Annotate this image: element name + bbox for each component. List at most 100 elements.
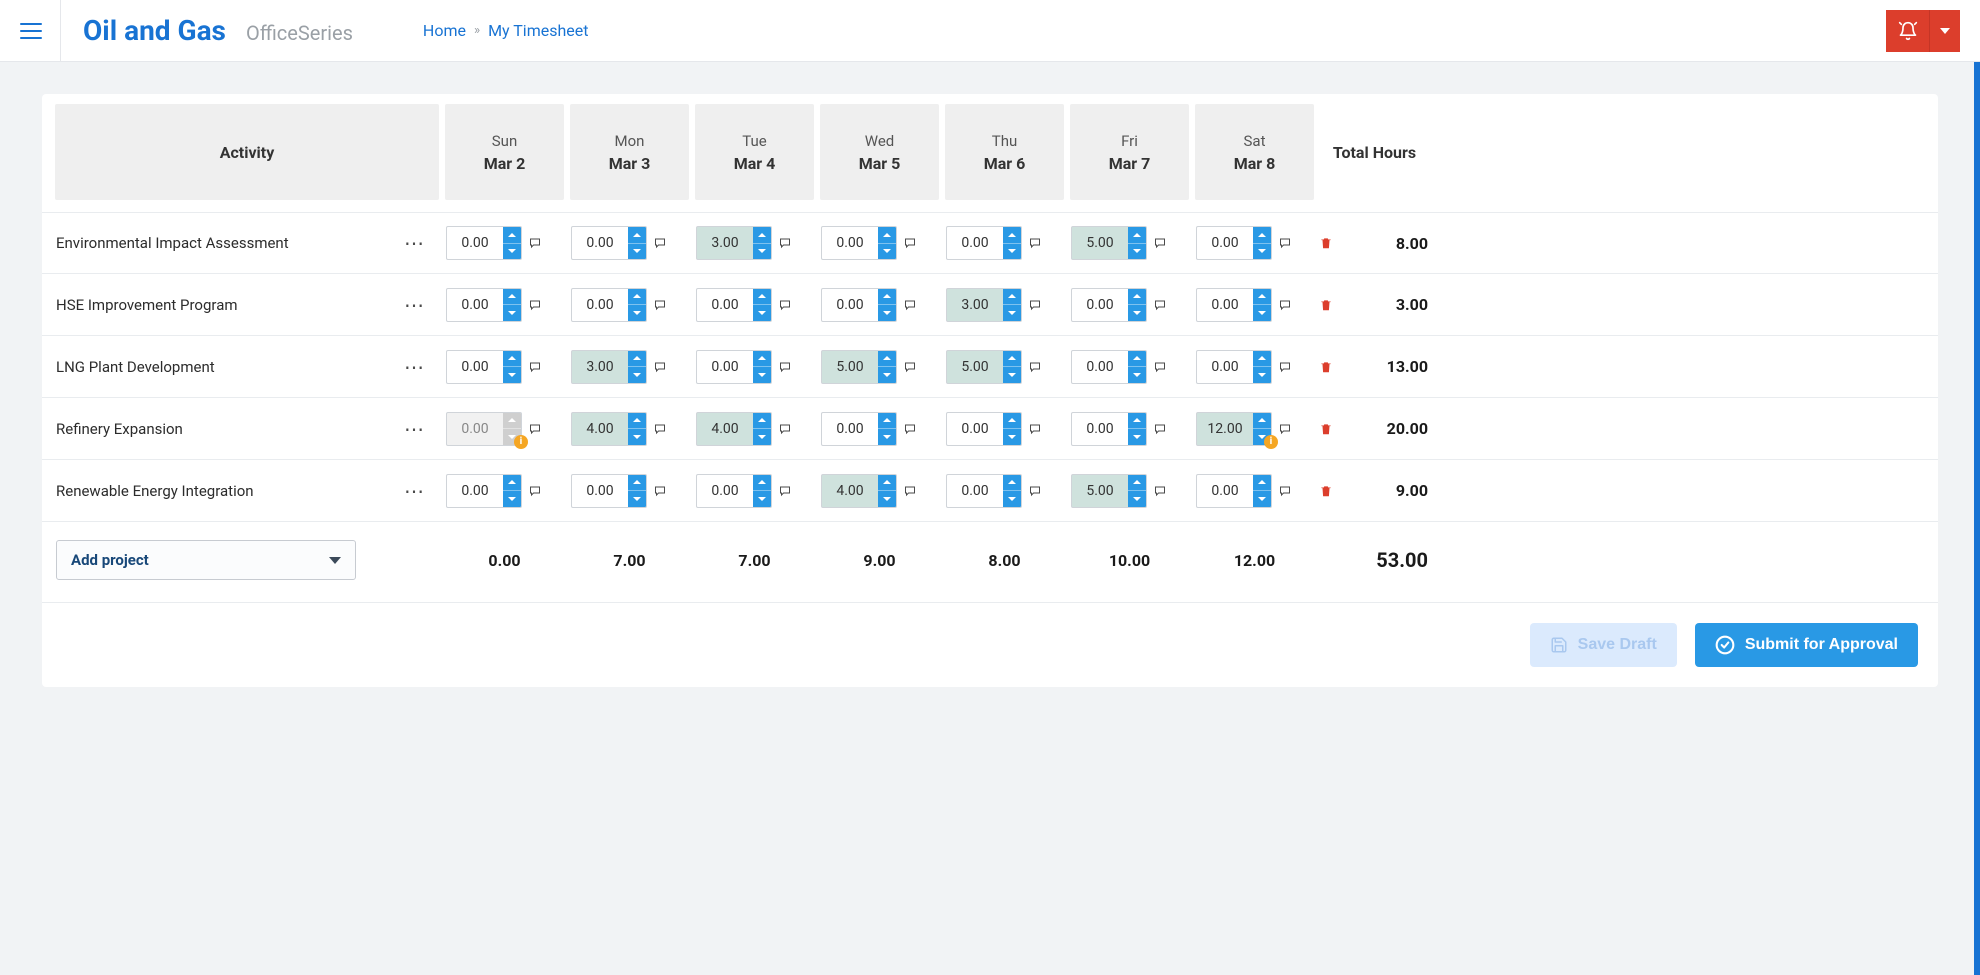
spin-down-button[interactable] xyxy=(753,491,771,507)
spin-down-button[interactable] xyxy=(1003,305,1021,321)
comment-icon[interactable] xyxy=(1028,299,1042,311)
spin-up-button[interactable] xyxy=(628,475,646,492)
trash-icon[interactable] xyxy=(1319,359,1333,375)
hours-input[interactable]: 3.00 xyxy=(696,226,772,260)
spin-down-button[interactable] xyxy=(1128,244,1146,260)
comment-icon[interactable] xyxy=(778,361,792,373)
spin-up-button[interactable] xyxy=(878,475,896,492)
hours-input[interactable]: 5.00 xyxy=(821,350,897,384)
comment-icon[interactable] xyxy=(1278,361,1292,373)
hours-input[interactable]: 0.00 xyxy=(696,474,772,508)
spin-down-button[interactable] xyxy=(628,367,646,383)
right-drawer-handle[interactable] xyxy=(1974,62,1980,975)
comment-icon[interactable] xyxy=(903,361,917,373)
comment-icon[interactable] xyxy=(528,237,542,249)
hours-input[interactable]: 0.00 xyxy=(1196,288,1272,322)
spin-down-button[interactable] xyxy=(1128,429,1146,445)
breadcrumb-home[interactable]: Home xyxy=(423,21,466,40)
comment-icon[interactable] xyxy=(903,485,917,497)
submit-approval-button[interactable]: Submit for Approval xyxy=(1695,623,1918,667)
hours-input[interactable]: 0.00 xyxy=(1071,288,1147,322)
spin-down-button[interactable] xyxy=(503,244,521,260)
spin-up-button[interactable] xyxy=(1253,475,1271,492)
comment-icon[interactable] xyxy=(903,237,917,249)
spin-up-button[interactable] xyxy=(503,351,521,368)
comment-icon[interactable] xyxy=(1278,423,1292,435)
spin-up-button[interactable] xyxy=(1253,227,1271,244)
comment-icon[interactable] xyxy=(528,423,542,435)
spin-up-button[interactable] xyxy=(1253,289,1271,306)
spin-up-button[interactable] xyxy=(1128,413,1146,430)
trash-icon[interactable] xyxy=(1319,421,1333,437)
hours-input[interactable]: 12.00 xyxy=(1196,412,1272,446)
spin-down-button[interactable] xyxy=(1003,367,1021,383)
trash-icon[interactable] xyxy=(1319,483,1333,499)
spin-up-button[interactable] xyxy=(503,475,521,492)
hours-input[interactable]: 0.00 xyxy=(696,288,772,322)
spin-up-button[interactable] xyxy=(503,289,521,306)
spin-down-button[interactable] xyxy=(1128,491,1146,507)
info-badge-icon[interactable]: i xyxy=(514,435,528,449)
comment-icon[interactable] xyxy=(528,299,542,311)
spin-down-button[interactable] xyxy=(753,305,771,321)
spin-up-button[interactable] xyxy=(753,227,771,244)
trash-icon[interactable] xyxy=(1319,235,1333,251)
comment-icon[interactable] xyxy=(653,423,667,435)
hours-input[interactable]: 4.00 xyxy=(571,412,647,446)
hours-input[interactable]: 0.00 xyxy=(1196,226,1272,260)
hours-input[interactable]: 0.00 xyxy=(946,226,1022,260)
spin-up-button[interactable] xyxy=(1128,351,1146,368)
spin-up-button[interactable] xyxy=(1003,227,1021,244)
spin-down-button[interactable] xyxy=(1003,491,1021,507)
spin-down-button[interactable] xyxy=(1128,305,1146,321)
spin-up-button[interactable] xyxy=(1253,351,1271,368)
hours-input[interactable]: 5.00 xyxy=(946,350,1022,384)
spin-up-button[interactable] xyxy=(878,351,896,368)
spin-down-button[interactable] xyxy=(753,429,771,445)
spin-down-button[interactable] xyxy=(628,244,646,260)
notifications-button[interactable] xyxy=(1886,10,1930,52)
comment-icon[interactable] xyxy=(1153,423,1167,435)
hours-input[interactable]: 5.00 xyxy=(1071,474,1147,508)
save-draft-button[interactable]: Save Draft xyxy=(1530,623,1677,667)
hamburger-menu-icon[interactable] xyxy=(20,23,42,39)
spin-down-button[interactable] xyxy=(753,244,771,260)
comment-icon[interactable] xyxy=(528,361,542,373)
spin-down-button[interactable] xyxy=(1253,367,1271,383)
spin-up-button[interactable] xyxy=(1003,413,1021,430)
add-project-dropdown[interactable]: Add project xyxy=(56,540,356,580)
more-options-icon[interactable]: ⋯ xyxy=(398,351,432,383)
more-options-icon[interactable]: ⋯ xyxy=(398,475,432,507)
more-options-icon[interactable]: ⋯ xyxy=(398,289,432,321)
hours-input[interactable]: 3.00 xyxy=(946,288,1022,322)
spin-up-button[interactable] xyxy=(753,289,771,306)
hours-input[interactable]: 0.00 xyxy=(446,474,522,508)
spin-up-button[interactable] xyxy=(878,227,896,244)
comment-icon[interactable] xyxy=(903,423,917,435)
spin-down-button[interactable] xyxy=(1003,244,1021,260)
hours-input[interactable]: 4.00 xyxy=(821,474,897,508)
spin-up-button[interactable] xyxy=(753,413,771,430)
spin-down-button[interactable] xyxy=(878,491,896,507)
hours-input[interactable]: 4.00 xyxy=(696,412,772,446)
comment-icon[interactable] xyxy=(778,299,792,311)
spin-up-button[interactable] xyxy=(1003,351,1021,368)
spin-down-button[interactable] xyxy=(878,244,896,260)
hours-input[interactable]: 0.00 xyxy=(1196,474,1272,508)
comment-icon[interactable] xyxy=(778,485,792,497)
hours-input[interactable]: 0.00 xyxy=(446,226,522,260)
more-options-icon[interactable]: ⋯ xyxy=(398,227,432,259)
spin-up-button[interactable] xyxy=(1003,475,1021,492)
spin-up-button[interactable] xyxy=(628,289,646,306)
spin-up-button[interactable] xyxy=(753,351,771,368)
spin-down-button[interactable] xyxy=(753,367,771,383)
comment-icon[interactable] xyxy=(528,485,542,497)
spin-up-button[interactable] xyxy=(628,413,646,430)
comment-icon[interactable] xyxy=(1153,299,1167,311)
spin-down-button[interactable] xyxy=(1128,367,1146,383)
trash-icon[interactable] xyxy=(1319,297,1333,313)
more-options-icon[interactable]: ⋯ xyxy=(398,413,432,445)
spin-down-button[interactable] xyxy=(503,491,521,507)
hours-input[interactable]: 0.00 xyxy=(1071,412,1147,446)
hours-input[interactable]: 0.00 xyxy=(1071,350,1147,384)
